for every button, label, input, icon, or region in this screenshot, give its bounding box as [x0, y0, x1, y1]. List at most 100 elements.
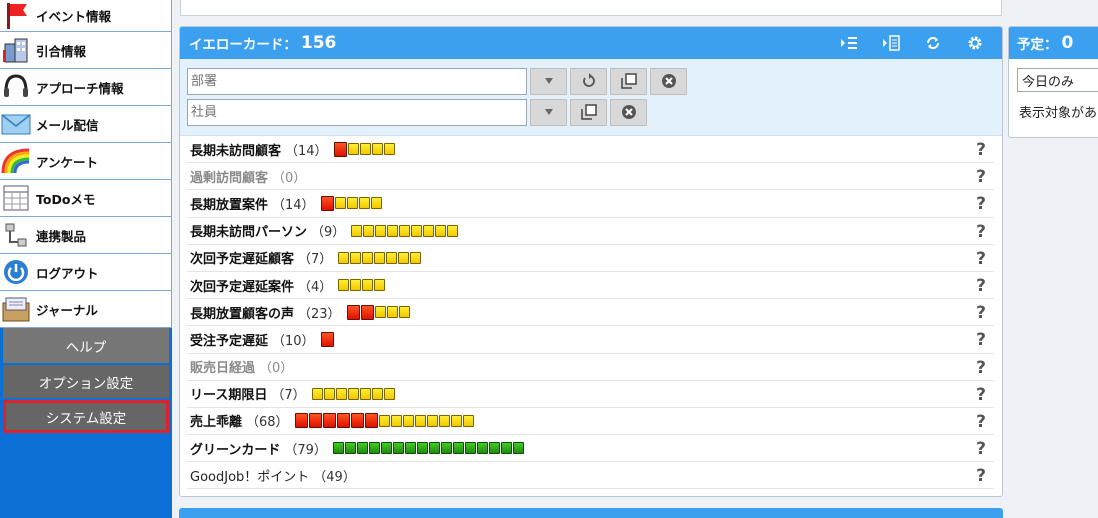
help-question-icon[interactable]: ?	[976, 439, 986, 459]
green-card-block	[416, 442, 428, 455]
yellow-card-list: 長期未訪問顧客 （14）? 過剰訪問顧客 （0）? 長期放置案件 （14）? 長期未訪問パー…	[180, 136, 1002, 490]
card-indicator-blocks	[351, 224, 459, 237]
sidebar-item-logout[interactable]: ログアウト	[0, 254, 172, 291]
clear-icon	[621, 105, 636, 119]
card-row-label[interactable]: リース期限日	[190, 384, 267, 403]
card-row[interactable]: リース期限日 （7）?	[187, 381, 994, 408]
yellow-card-block	[398, 251, 410, 264]
sidebar-item-todo[interactable]: ToDoメモ	[0, 180, 172, 217]
help-question-icon[interactable]: ?	[976, 466, 986, 486]
card-row[interactable]: GoodJob！ポイント （49）?	[187, 462, 994, 490]
help-question-icon[interactable]: ?	[976, 358, 986, 378]
sidebar-item-label: アプローチ情報	[36, 80, 124, 96]
help-question-icon[interactable]: ?	[976, 194, 986, 214]
department-dropdown-button[interactable]	[530, 67, 567, 95]
expand-list-icon[interactable]	[828, 27, 870, 59]
card-row[interactable]: グリーンカード （79）?	[187, 435, 994, 463]
schedule-range-select[interactable]: 今日のみ	[1017, 68, 1098, 92]
yellow-card-block	[338, 251, 350, 264]
card-row-label[interactable]: 長期放置案件	[190, 194, 268, 213]
card-row[interactable]: 受注予定遅延 （10）?	[187, 326, 994, 354]
card-row-label[interactable]: 販売日経過	[190, 357, 255, 376]
card-row-label[interactable]: 次回予定遅延顧客	[190, 248, 294, 267]
option-settings-button[interactable]: オプション設定	[3, 365, 169, 398]
help-question-icon[interactable]: ?	[976, 222, 986, 242]
department-select-button[interactable]	[610, 67, 647, 95]
red-card-block	[336, 413, 350, 429]
help-question-icon[interactable]: ?	[976, 330, 986, 350]
staff-select-button[interactable]	[570, 98, 607, 126]
green-card-block	[392, 442, 404, 455]
help-question-icon[interactable]: ?	[976, 249, 986, 269]
department-reset-button[interactable]	[570, 67, 607, 95]
sidebar-item-mail[interactable]: メール配信	[0, 106, 172, 143]
sidebar-item-inquiry[interactable]: 引合情報	[0, 32, 172, 69]
yellow-card-block	[371, 387, 383, 400]
yellow-card-block	[334, 197, 346, 210]
yellow-card-block	[374, 306, 386, 319]
card-row-label[interactable]: 売上乖離	[190, 411, 242, 430]
staff-clear-button[interactable]	[610, 98, 647, 126]
yellow-card-header: イエローカード： 156	[180, 27, 1002, 59]
card-indicator-blocks	[338, 251, 422, 264]
schedule-panel: 予定： 0 今日のみ 表示対象があ	[1008, 26, 1098, 138]
yellow-card-block	[362, 251, 374, 264]
card-row-label[interactable]: 長期未訪問パーソン	[190, 221, 307, 240]
export-list-icon[interactable]	[870, 27, 912, 59]
help-button[interactable]: ヘルプ	[3, 328, 169, 363]
sidebar-item-survey[interactable]: アンケート	[0, 143, 172, 180]
yellow-card-block	[402, 414, 414, 427]
card-row[interactable]: 次回予定遅延案件 （4）?	[187, 272, 994, 300]
card-row-label[interactable]: 長期放置顧客の声	[190, 303, 294, 322]
red-card-block	[346, 304, 360, 320]
yellow-card-block	[398, 306, 410, 319]
sidebar-item-label: ToDoメモ	[36, 191, 96, 207]
green-card-block	[344, 442, 356, 455]
help-question-icon[interactable]: ?	[976, 276, 986, 296]
card-row[interactable]: 販売日経過 （0）?	[187, 354, 994, 381]
gear-icon[interactable]	[954, 27, 996, 59]
card-row-label[interactable]: GoodJob！ポイント	[190, 466, 309, 485]
staff-dropdown-button[interactable]	[530, 98, 567, 126]
help-question-icon[interactable]: ?	[976, 303, 986, 323]
card-row[interactable]: 次回予定遅延顧客 （7）?	[187, 245, 994, 272]
yellow-card-block	[374, 251, 386, 264]
card-row[interactable]: 長期放置顧客の声 （23）?	[187, 299, 994, 327]
department-clear-button[interactable]	[650, 67, 687, 95]
refresh-icon[interactable]	[912, 27, 954, 59]
sidebar-item-integration[interactable]: 連携製品	[0, 217, 172, 254]
help-question-icon[interactable]: ?	[976, 167, 986, 187]
yellow-card-block	[359, 387, 371, 400]
card-row[interactable]: 過剰訪問顧客 （0）?	[187, 163, 994, 191]
card-indicator-blocks	[338, 279, 386, 292]
sidebar-item-journal[interactable]: ジャーナル	[0, 291, 172, 328]
card-row-label[interactable]: 次回予定遅延案件	[190, 276, 294, 295]
yellow-card-block	[347, 143, 359, 156]
rainbow-icon	[0, 145, 32, 177]
system-settings-button[interactable]: システム設定	[3, 400, 169, 433]
help-question-icon[interactable]: ?	[976, 140, 986, 160]
card-row-label[interactable]: 受注予定遅延	[190, 330, 268, 349]
help-question-icon[interactable]: ?	[976, 385, 986, 405]
green-card-block	[380, 442, 392, 455]
headset-icon	[0, 71, 32, 103]
card-row[interactable]: 長期放置案件 （14）?	[187, 190, 994, 218]
card-row-label[interactable]: グリーンカード	[190, 439, 280, 458]
help-question-icon[interactable]: ?	[976, 412, 986, 432]
sidebar-item-event[interactable]: イベント情報	[0, 0, 172, 32]
card-row[interactable]: 長期未訪問パーソン （9）?	[187, 218, 994, 245]
next-panel-header	[179, 508, 1003, 518]
yellow-card-block	[411, 224, 423, 237]
card-row-label[interactable]: 過剰訪問顧客	[190, 167, 268, 186]
staff-input[interactable]	[187, 98, 527, 126]
card-row[interactable]: 売上乖離 （68）?	[187, 408, 994, 436]
sidebar-item-approach[interactable]: アプローチ情報	[0, 69, 172, 106]
red-card-block	[360, 304, 374, 320]
card-row-count: （10）	[272, 333, 315, 349]
card-row-label[interactable]: 長期未訪問顧客	[190, 140, 281, 159]
card-row-count: （9）	[311, 225, 346, 241]
card-row[interactable]: 長期未訪問顧客 （14）?	[187, 136, 994, 164]
chevron-down-icon	[544, 78, 553, 84]
yellow-card-block	[371, 143, 383, 156]
department-input[interactable]	[187, 67, 527, 95]
